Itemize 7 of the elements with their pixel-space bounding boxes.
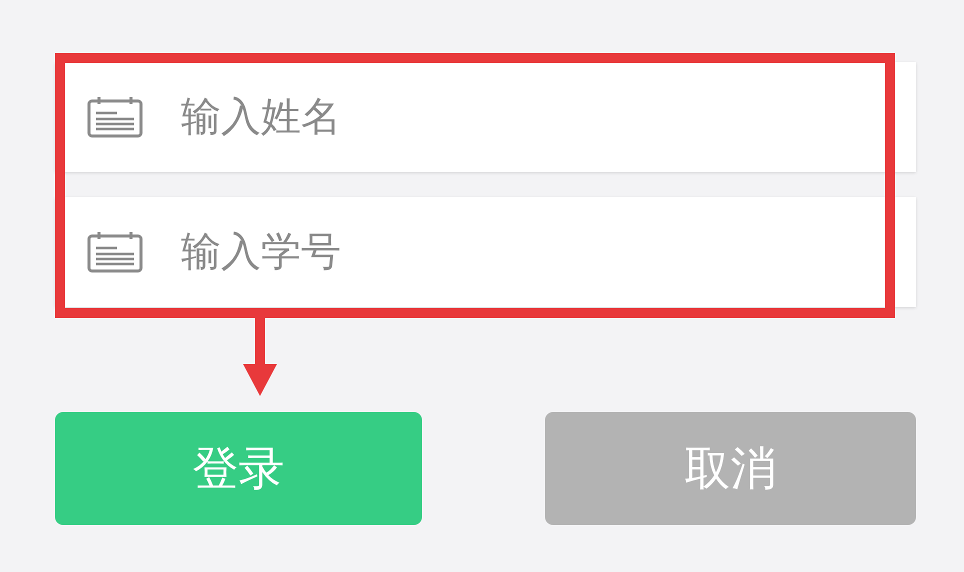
login-button[interactable]: 登录 — [55, 412, 422, 525]
input-field[interactable]: 输入姓名 — [181, 94, 781, 140]
input-field[interactable]: 输入学号 — [181, 229, 781, 275]
notepad-icon — [87, 96, 143, 138]
cancel-button[interactable]: 取消 — [545, 412, 916, 525]
notepad-icon — [87, 231, 143, 273]
arrow-icon — [243, 318, 277, 396]
